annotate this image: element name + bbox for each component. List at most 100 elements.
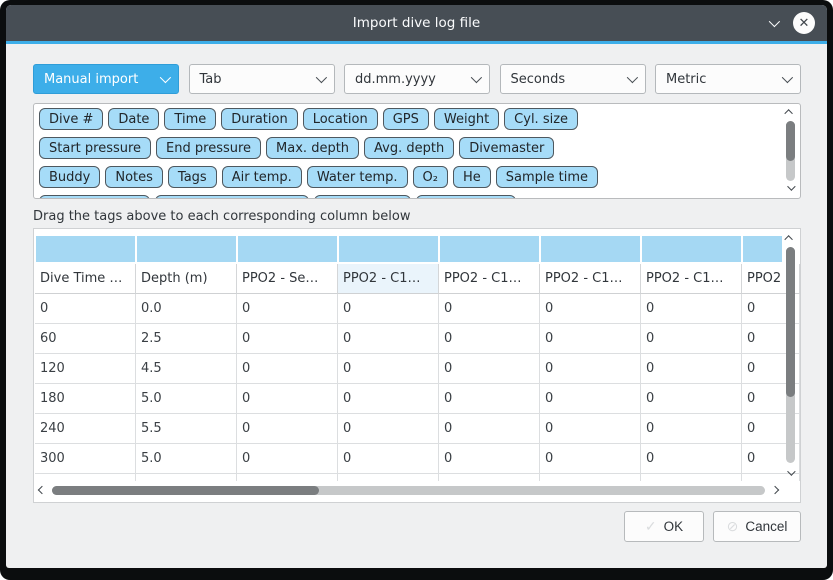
table-cell[interactable]: 0 [237,324,338,354]
table-cell[interactable]: 0 [641,354,742,384]
table-cell[interactable]: 0 [237,354,338,384]
tag-sample-po₂[interactable]: Sample pO₂ [314,195,411,199]
scroll-up-icon[interactable] [784,109,792,117]
scrollbar-thumb[interactable] [786,247,795,397]
cancel-button[interactable]: ⊘ Cancel [713,511,801,542]
table-cell[interactable]: 0 [338,294,439,324]
drop-cell[interactable] [137,236,236,262]
combo-tab[interactable]: Tab [189,64,335,94]
table-cell[interactable]: 0 [540,414,641,444]
table-cell[interactable]: 0 [237,414,338,444]
column-header[interactable]: Dive Time … [35,264,136,294]
table-cell[interactable]: 0 [439,354,540,384]
tag-palette-scrollbar[interactable] [783,106,798,196]
tag-cyl-size[interactable]: Cyl. size [504,108,578,130]
table-cell[interactable]: 5.0 [136,384,237,414]
tag-time[interactable]: Time [164,108,216,130]
combo-metric[interactable]: Metric [655,64,801,94]
table-cell[interactable]: 240 [35,414,136,444]
drop-cell[interactable] [36,236,135,262]
tag-sample-time[interactable]: Sample time [496,166,598,188]
drop-cell[interactable] [642,236,741,262]
combo-seconds[interactable]: Seconds [500,64,646,94]
tag-notes[interactable]: Notes [105,166,163,188]
scroll-down-icon[interactable] [787,467,795,475]
table-cell[interactable]: 5.0 [136,444,237,474]
tag-max-depth[interactable]: Max. depth [266,137,359,159]
table-cell[interactable]: 0 [35,294,136,324]
table-cell[interactable]: 0 [237,444,338,474]
scroll-up-icon[interactable] [784,235,792,243]
table-cell[interactable]: 0 [641,324,742,354]
scrollbar-thumb[interactable] [52,486,319,495]
tag-air-temp-[interactable]: Air temp. [222,166,302,188]
table-horizontal-scrollbar[interactable] [38,483,779,498]
table-cell[interactable]: 0 [439,324,540,354]
table-cell[interactable]: 0 [237,294,338,324]
table-cell[interactable]: 0 [338,414,439,444]
tag-start-pressure[interactable]: Start pressure [39,137,151,159]
drop-cell[interactable] [238,236,337,262]
table-cell[interactable]: 0 [237,384,338,414]
table-cell[interactable]: 0 [439,444,540,474]
table-cell[interactable]: 2.5 [136,324,237,354]
combo-dd-mm-yyyy[interactable]: dd.mm.yyyy [344,64,490,94]
table-cell[interactable]: 0 [338,444,439,474]
table-cell[interactable]: 4.5 [136,354,237,384]
table-cell[interactable]: 0 [338,324,439,354]
column-header[interactable]: PPO2 - C1… [439,264,540,294]
drop-cell[interactable] [339,236,438,262]
table-cell[interactable]: 0 [338,354,439,384]
table-cell[interactable]: 0 [540,354,641,384]
drop-cell[interactable] [541,236,640,262]
tag-sample-temperature[interactable]: Sample temperature [155,195,310,199]
table-cell[interactable]: 0 [439,294,540,324]
tag-sample-depth[interactable]: Sample depth [39,195,150,199]
table-cell[interactable]: 120 [35,354,136,384]
table-cell[interactable]: 0 [641,444,742,474]
table-cell[interactable]: 0 [439,384,540,414]
table-cell[interactable]: 0 [338,384,439,414]
tag-location[interactable]: Location [303,108,378,130]
tag-dive-[interactable]: Dive # [39,108,103,130]
table-cell[interactable]: 0 [641,384,742,414]
tag-gps[interactable]: GPS [383,108,429,130]
scroll-right-icon[interactable] [771,486,779,494]
table-cell[interactable]: 60 [35,324,136,354]
table-cell[interactable]: 0 [641,414,742,444]
table-cell[interactable]: 0 [540,294,641,324]
tag-weight[interactable]: Weight [434,108,499,130]
tag-date[interactable]: Date [108,108,159,130]
table-cell[interactable]: 300 [35,444,136,474]
table-cell[interactable]: 0 [641,294,742,324]
chevron-down-icon[interactable] [769,16,780,27]
column-header[interactable]: PPO2 - C1… [540,264,641,294]
column-header[interactable]: PPO2 - C1… [338,264,439,294]
tag-duration[interactable]: Duration [221,108,297,130]
table-cell[interactable]: 0.0 [136,294,237,324]
table-vertical-scrollbar[interactable] [783,232,798,478]
column-header[interactable]: PPO2 - Se… [237,264,338,294]
ok-button[interactable]: ✓ OK [624,511,704,542]
tag-water-temp-[interactable]: Water temp. [307,166,408,188]
combo-manual-import[interactable]: Manual import [33,64,179,94]
tag-tags[interactable]: Tags [168,166,217,188]
table-cell[interactable]: 180 [35,384,136,414]
column-header[interactable]: Depth (m) [136,264,237,294]
close-icon[interactable]: ✕ [793,12,815,34]
drop-cell[interactable] [743,236,782,262]
scrollbar-thumb[interactable] [786,121,795,161]
titlebar[interactable]: Import dive log file ✕ [6,5,827,41]
table-cell[interactable]: 5.5 [136,414,237,444]
tag-divemaster[interactable]: Divemaster [459,137,554,159]
table-cell[interactable]: 0 [540,324,641,354]
tag-o₂[interactable]: O₂ [413,166,448,188]
drop-cell[interactable] [440,236,539,262]
table-cell[interactable]: 0 [540,444,641,474]
tag-buddy[interactable]: Buddy [39,166,100,188]
scroll-left-icon[interactable] [38,486,46,494]
tag-end-pressure[interactable]: End pressure [156,137,261,159]
tag-avg-depth[interactable]: Avg. depth [364,137,454,159]
tag-he[interactable]: He [453,166,491,188]
tag-sample-cns[interactable]: Sample CNS [416,195,516,199]
